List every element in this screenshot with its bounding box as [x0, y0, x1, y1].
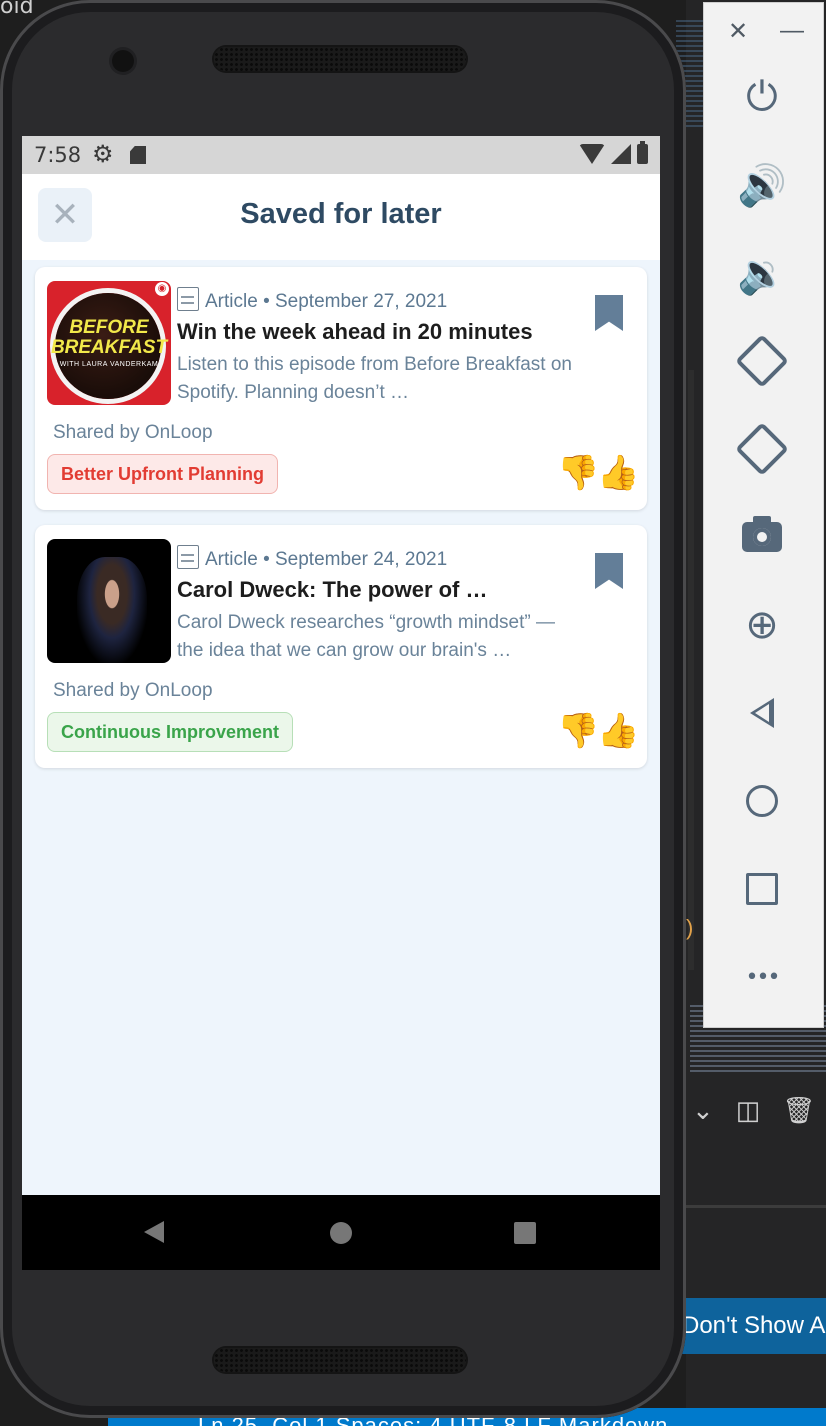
thumbnail-text: BEFORE — [69, 317, 149, 338]
item-meta: Article • September 27, 2021 — [177, 287, 447, 313]
zoom-icon[interactable]: ⊕ — [734, 597, 790, 653]
back-icon[interactable] — [734, 685, 790, 741]
shared-by: Shared by OnLoop — [53, 680, 213, 701]
thumbs-down-icon[interactable]: 👎 — [557, 453, 599, 493]
volume-down-icon[interactable]: 🔉 — [734, 245, 790, 301]
more-icon[interactable]: ••• — [734, 949, 790, 1005]
sd-card-icon — [130, 146, 146, 164]
android-status-bar: 7:58 ⚙ — [22, 136, 660, 174]
item-description: Carol Dweck researches “growth mindset” … — [177, 612, 556, 661]
item-description: Listen to this episode from Before Break… — [177, 354, 572, 403]
phone-screen: 7:58 ⚙ ✕ Saved for later BEFORE BREAKFAS… — [22, 136, 660, 1270]
camera-icon[interactable] — [734, 509, 790, 565]
thumbs-up-icon[interactable]: 👍 — [597, 453, 639, 493]
shared-by: Shared by OnLoop — [53, 422, 213, 443]
status-icons — [579, 141, 648, 164]
ide-divider — [686, 1205, 826, 1208]
thumbs-up-icon[interactable]: 👍 — [597, 711, 639, 751]
saved-item-card[interactable]: Article • September 24, 2021 Carol Dweck… — [35, 525, 647, 768]
thumbnail-text: WITH LAURA VANDERKAM — [59, 361, 159, 368]
bookmark-icon[interactable] — [595, 553, 623, 589]
battery-icon — [637, 141, 648, 164]
power-icon[interactable]: ⏻ — [734, 69, 790, 125]
status-time: 7:58 — [34, 143, 82, 167]
item-meta: Article • September 24, 2021 — [177, 545, 447, 571]
thumbnail-text: BREAKFAST — [50, 337, 168, 358]
home-icon[interactable] — [734, 773, 790, 829]
minimize-icon[interactable]: — — [780, 17, 804, 45]
speaker-grille-top — [214, 47, 466, 71]
ide-title-fragment: oid — [0, 0, 34, 19]
speaker-grille-bottom — [214, 1348, 466, 1372]
volume-up-icon[interactable]: 🔊 — [734, 157, 790, 213]
ide-panel-actions: ⌄ ◫ 🗑 — [692, 1095, 815, 1126]
close-icon[interactable]: ✕ — [728, 17, 748, 45]
feedback-buttons: 👎 👍 — [557, 453, 639, 493]
overview-icon[interactable] — [734, 861, 790, 917]
thumbs-down-icon[interactable]: 👎 — [557, 711, 599, 751]
phone-frame: 7:58 ⚙ ✕ Saved for later BEFORE BREAKFAS… — [0, 0, 686, 1418]
topic-tag[interactable]: Continuous Improvement — [47, 712, 294, 752]
speaker-photo — [77, 557, 147, 663]
rotate-left-icon[interactable] — [734, 333, 790, 389]
item-title[interactable]: Win the week ahead in 20 minutes — [177, 319, 577, 345]
back-icon[interactable] — [144, 1221, 164, 1243]
dont-show-again-button[interactable]: Don't Show A — [676, 1298, 826, 1354]
ide-scrollbar[interactable] — [688, 370, 694, 970]
podcast-badge-icon: ◉ — [155, 282, 169, 296]
camera-icon — [112, 50, 134, 72]
item-meta-text: Article • September 24, 2021 — [205, 549, 448, 570]
signal-icon — [611, 144, 631, 164]
wifi-icon — [579, 144, 605, 164]
ide-code-fragment: ) — [686, 915, 694, 940]
article-icon — [177, 545, 199, 569]
recents-icon[interactable] — [514, 1222, 536, 1244]
page-title: Saved for later — [240, 198, 442, 230]
item-title[interactable]: Carol Dweck: The power of … — [177, 577, 577, 603]
chevron-down-icon[interactable]: ⌄ — [692, 1095, 714, 1126]
app-header: ✕ Saved for later — [22, 174, 660, 260]
article-icon — [177, 287, 199, 311]
rotate-right-icon[interactable] — [734, 421, 790, 477]
gear-icon: ⚙ — [92, 141, 114, 168]
emulator-toolbar: ✕ — ⏻ 🔊 🔉 ⊕ ••• — [703, 2, 824, 1028]
topic-tag[interactable]: Better Upfront Planning — [47, 454, 278, 494]
home-icon[interactable] — [330, 1222, 352, 1244]
video-thumbnail — [47, 539, 171, 663]
trash-icon[interactable]: 🗑 — [782, 1095, 815, 1126]
feedback-buttons: 👎 👍 — [557, 711, 639, 751]
podcast-thumbnail: BEFORE BREAKFAST WITH LAURA VANDERKAM ◉ — [47, 281, 171, 405]
item-meta-text: Article • September 27, 2021 — [205, 291, 448, 312]
bookmark-icon[interactable] — [595, 295, 623, 331]
split-editor-icon[interactable]: ◫ — [736, 1095, 761, 1126]
saved-item-card[interactable]: BEFORE BREAKFAST WITH LAURA VANDERKAM ◉ … — [35, 267, 647, 510]
android-nav-bar — [22, 1195, 660, 1270]
